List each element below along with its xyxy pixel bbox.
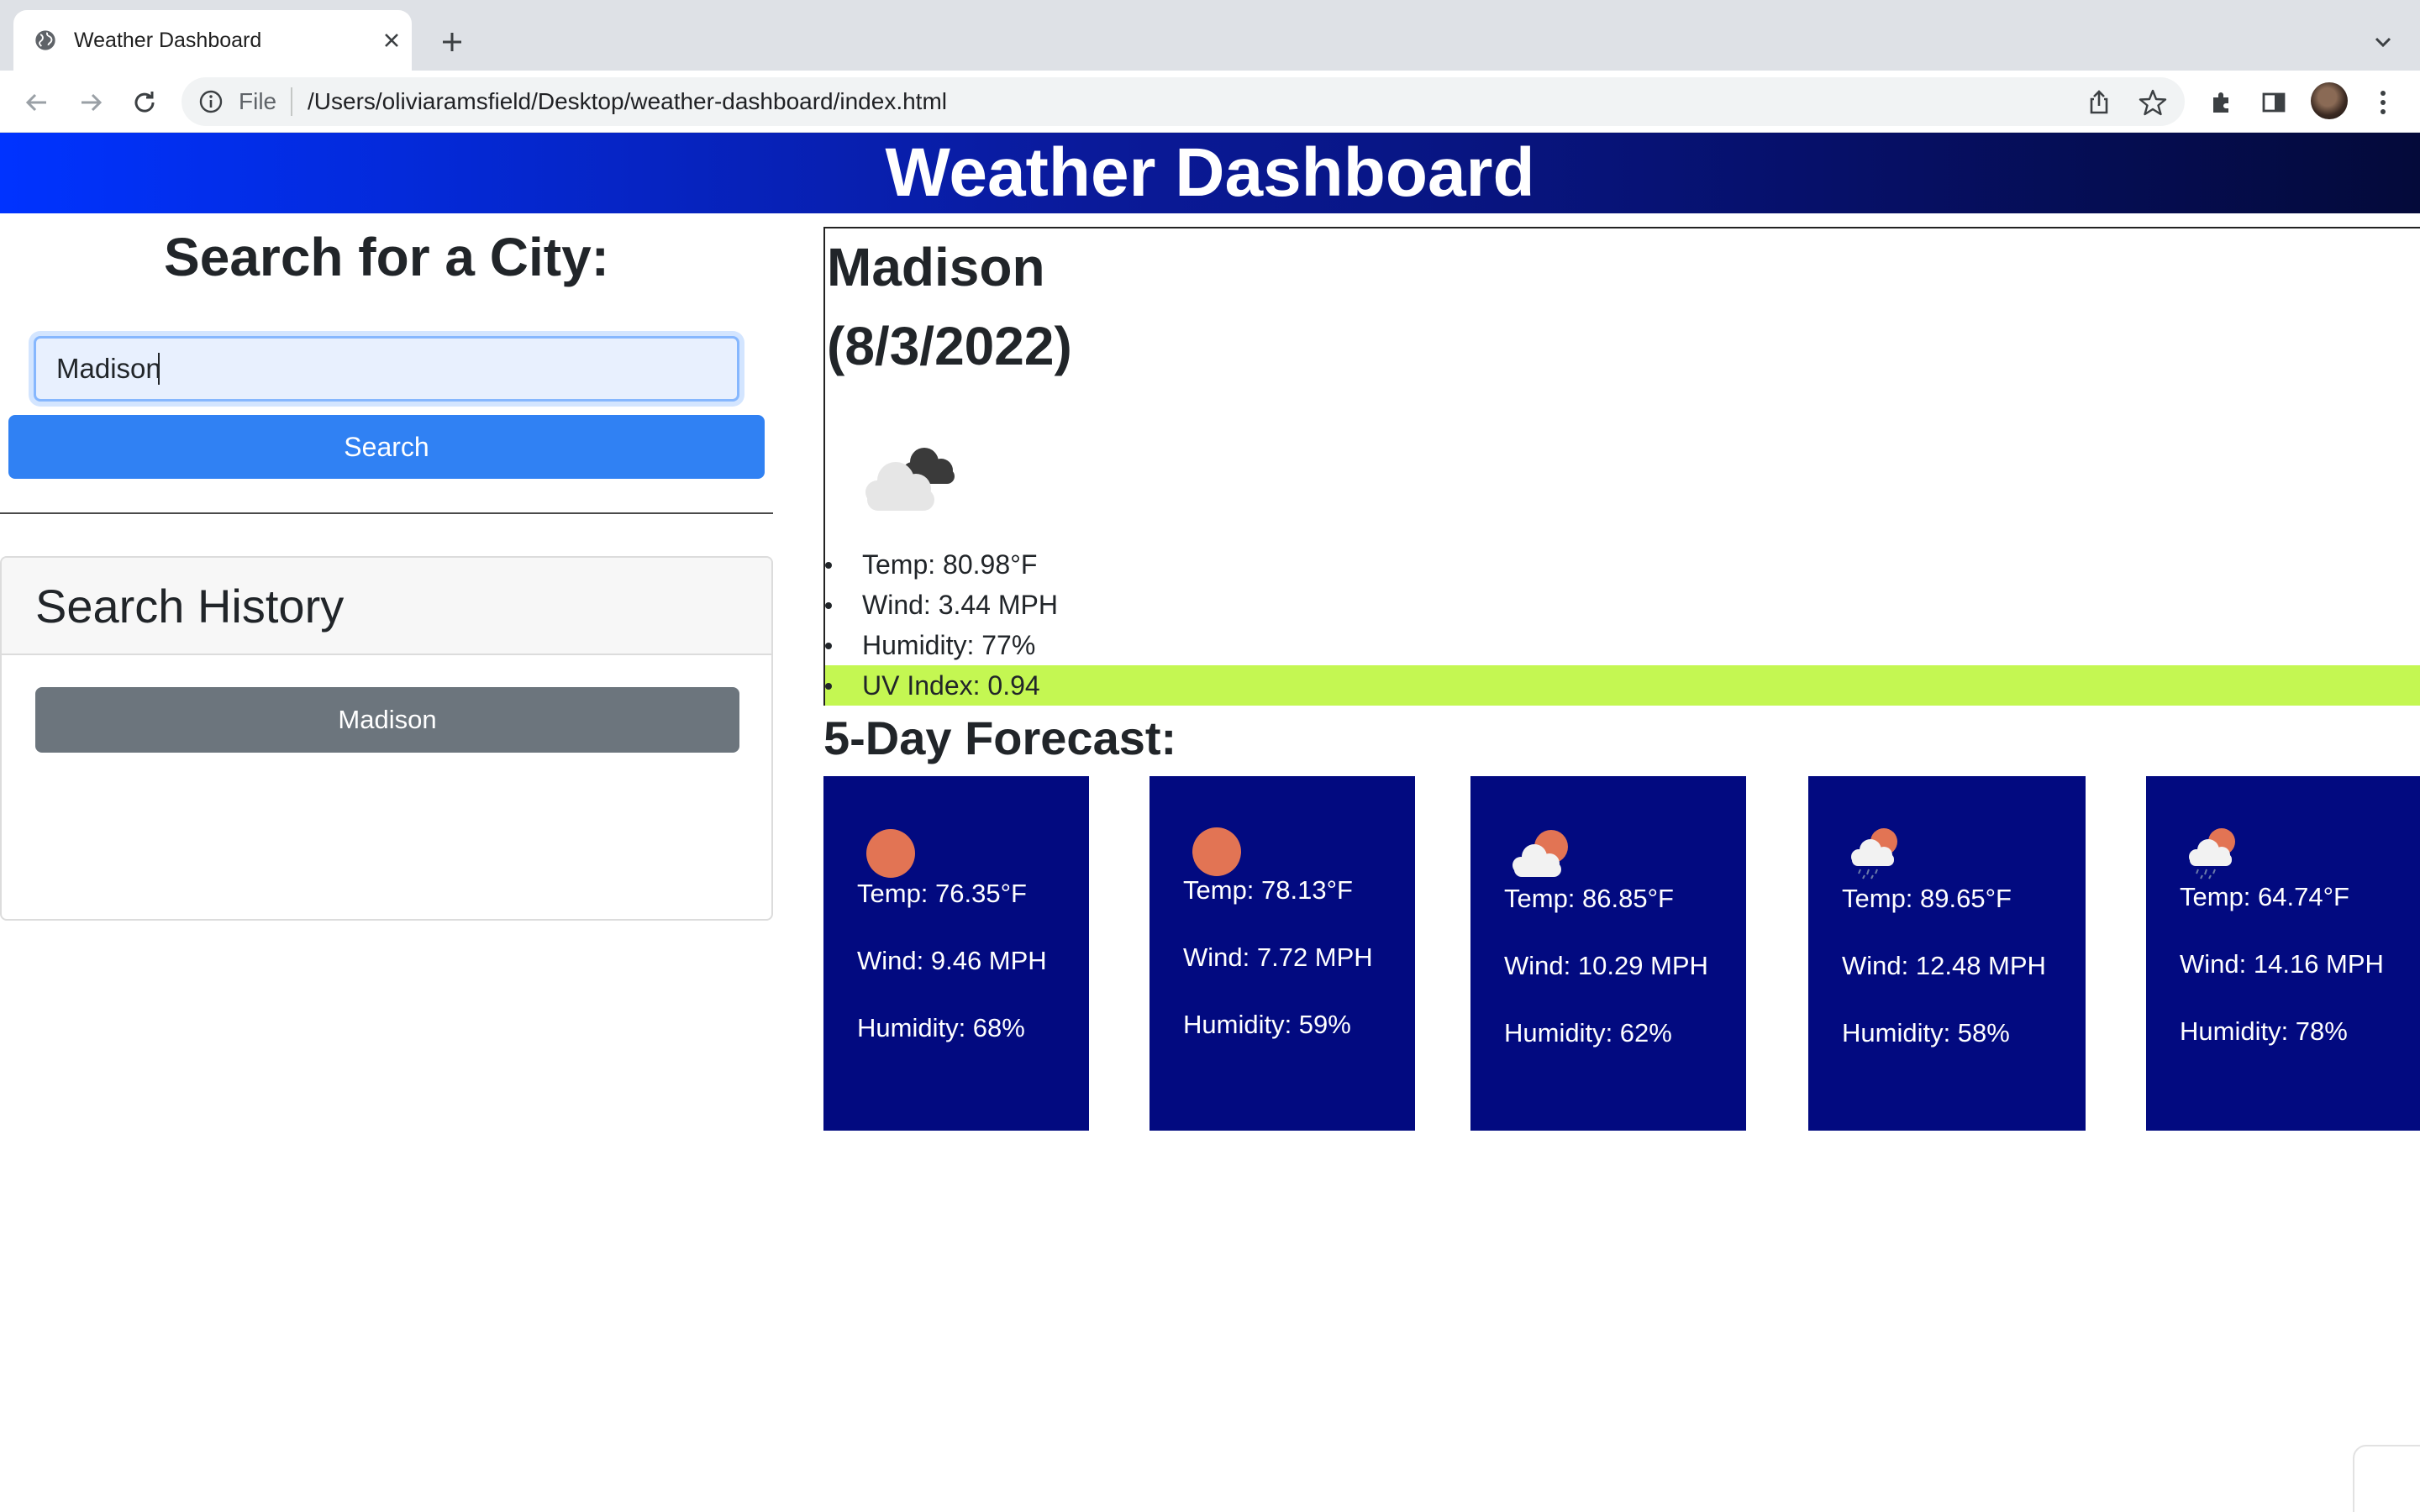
profile-avatar[interactable] xyxy=(2311,82,2348,119)
forecast-card-5: Temp: 64.74°F Wind: 14.16 MPH Humidity: … xyxy=(2146,776,2420,1131)
forecast-card-3: Temp: 86.85°F Wind: 10.29 MPH Humidity: … xyxy=(1470,776,1746,1131)
clear-sun-icon xyxy=(866,829,915,878)
forecast-card-2: Temp: 78.13°F Wind: 7.72 MPH Humidity: 5… xyxy=(1150,776,1415,1131)
forecast-temp: Temp: 64.74°F xyxy=(2180,882,2349,911)
url-scheme-label: File xyxy=(239,88,277,114)
history-item-madison[interactable]: Madison xyxy=(35,687,739,753)
globe-icon xyxy=(35,30,55,50)
forecast-heading: 5-Day Forecast: xyxy=(823,711,1177,764)
search-history-header: Search History xyxy=(2,558,771,655)
forecast-humidity: Humidity: 62% xyxy=(1504,1018,1672,1047)
broken-clouds-icon xyxy=(865,448,955,511)
current-date: (8/3/2022) xyxy=(827,316,1072,376)
search-button[interactable]: Search xyxy=(8,415,765,479)
forecast-card-1: Temp: 76.35°F Wind: 9.46 MPH Humidity: 6… xyxy=(823,776,1089,1131)
search-history-title: Search History xyxy=(35,580,345,633)
forecast-humidity: Humidity: 59% xyxy=(1183,1010,1351,1039)
current-weather-panel: Madison (8/3/2022) Temp: 80.98°F Wind: 3… xyxy=(823,227,2420,706)
current-city-name: Madison xyxy=(827,237,1045,297)
forecast-humidity: Humidity: 78% xyxy=(2180,1016,2348,1046)
side-panel-icon[interactable] xyxy=(2255,84,2292,121)
tab-title: Weather Dashboard xyxy=(74,29,262,52)
city-search-input[interactable] xyxy=(34,336,739,402)
browser-tabstrip: Weather Dashboard xyxy=(0,0,2420,71)
bookmark-star-icon[interactable] xyxy=(2138,87,2168,118)
section-divider xyxy=(0,512,773,514)
info-icon[interactable] xyxy=(198,89,224,114)
search-heading: Search for a City: xyxy=(164,227,609,287)
share-icon[interactable] xyxy=(2084,87,2114,118)
forecast-wind: Wind: 14.16 MPH xyxy=(2180,949,2384,979)
forecast-temp: Temp: 86.85°F xyxy=(1504,884,1674,913)
forecast-card-4: Temp: 89.65°F Wind: 12.48 MPH Humidity: … xyxy=(1808,776,2086,1131)
tab-search-chevron-icon[interactable] xyxy=(2366,25,2400,59)
current-uv-index: UV Index: 0.94 xyxy=(825,665,2420,706)
page-content: Weather Dashboard Search for a City: Sea… xyxy=(0,133,2420,1512)
forecast-wind: Wind: 7.72 MPH xyxy=(1183,942,1373,972)
forecast-wind: Wind: 10.29 MPH xyxy=(1504,951,1708,980)
forecast-wind: Wind: 12.48 MPH xyxy=(1842,951,2046,980)
browser-toolbar: File /Users/oliviaramsfield/Desktop/weat… xyxy=(0,71,2420,133)
clear-sun-icon xyxy=(1192,827,1241,876)
page-header: Weather Dashboard xyxy=(0,133,2420,213)
forecast-humidity: Humidity: 68% xyxy=(857,1013,1025,1042)
partly-cloudy-icon xyxy=(1512,830,1568,877)
rain-cloud-icon xyxy=(1851,828,1897,879)
back-arrow-icon[interactable] xyxy=(18,84,55,121)
rain-cloud-icon xyxy=(2189,828,2235,879)
forecast-wind: Wind: 9.46 MPH xyxy=(857,946,1047,975)
url-text[interactable]: /Users/oliviaramsfield/Desktop/weather-d… xyxy=(308,89,947,114)
reload-icon[interactable] xyxy=(126,84,163,121)
current-humidity: Humidity: 77% xyxy=(825,625,2420,665)
close-tab-icon[interactable] xyxy=(376,25,407,55)
more-menu-icon[interactable] xyxy=(2365,84,2402,121)
extensions-puzzle-icon[interactable] xyxy=(2203,84,2240,121)
forecast-humidity: Humidity: 58% xyxy=(1842,1018,2010,1047)
search-history-card: Search History Madison xyxy=(0,556,773,921)
current-temp: Temp: 80.98°F xyxy=(825,544,2420,585)
current-weather-details: Temp: 80.98°F Wind: 3.44 MPH Humidity: 7… xyxy=(825,544,2420,706)
floating-corner-widget[interactable] xyxy=(2353,1445,2420,1512)
new-tab-icon[interactable] xyxy=(435,25,469,59)
forecast-temp: Temp: 89.65°F xyxy=(1842,884,2012,913)
page-title: Weather Dashboard xyxy=(885,134,1535,211)
forecast-temp: Temp: 78.13°F xyxy=(1183,875,1353,905)
browser-tab[interactable]: Weather Dashboard xyxy=(13,10,412,71)
text-cursor xyxy=(158,353,160,385)
current-wind: Wind: 3.44 MPH xyxy=(825,585,2420,625)
omnibox-divider xyxy=(291,87,292,116)
forecast-temp: Temp: 76.35°F xyxy=(857,879,1027,908)
address-bar[interactable]: File /Users/oliviaramsfield/Desktop/weat… xyxy=(182,77,2185,126)
forward-arrow-icon[interactable] xyxy=(72,84,109,121)
